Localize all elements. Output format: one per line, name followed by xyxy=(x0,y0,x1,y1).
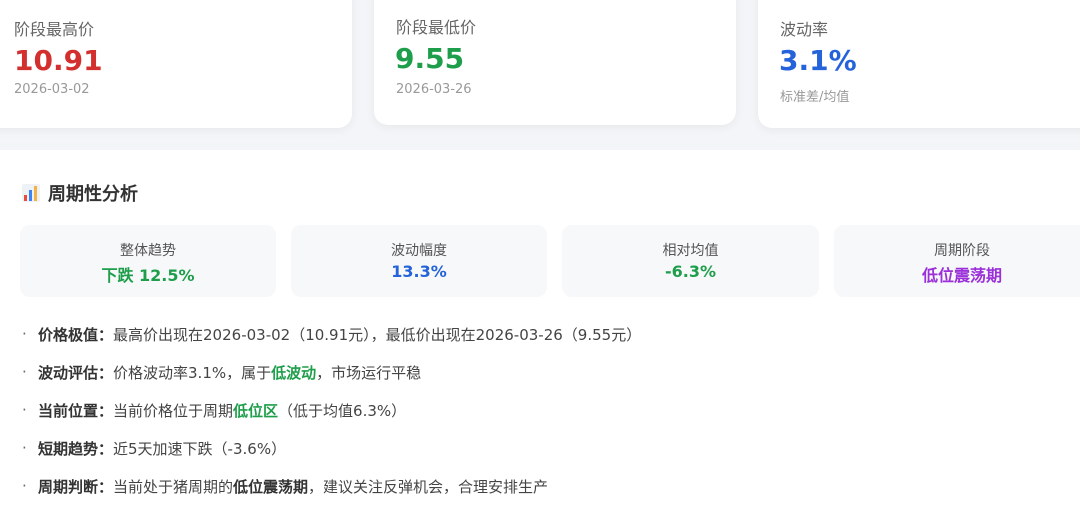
section-title-text: 周期性分析 xyxy=(48,184,138,205)
lowest-price-date: 2026-03-26 xyxy=(396,82,472,97)
bullet-text: ，市场运行平稳 xyxy=(316,363,422,382)
bullet-highlight: 低位震荡期 xyxy=(233,477,309,496)
bullet-dot: · xyxy=(22,401,27,419)
bullet-text: 最高价出现在2026-03-02（10.91元），最低价出现在2026-03-2… xyxy=(113,325,642,344)
bullet-title: 周期判断： xyxy=(38,477,114,496)
cycle-analysis-panel: 周期性分析 整体趋势 下跌 12.5% 波动幅度 13.3% 相对均值 -6.3… xyxy=(0,150,1080,505)
highest-price-date: 2026-03-02 xyxy=(14,82,90,97)
bullet-highlight: 低位区 xyxy=(233,401,279,420)
list-item: · 当前位置： 当前价格位于周期 低位区 （低于均值6.3%） xyxy=(22,391,641,429)
overall-trend-stat: 整体趋势 下跌 12.5% xyxy=(20,225,276,297)
highest-price-card: 阶段最高价 10.91 2026-03-02 xyxy=(0,0,352,128)
amplitude-label: 波动幅度 xyxy=(391,243,447,259)
lowest-price-value: 9.55 xyxy=(395,42,465,75)
highest-price-label: 阶段最高价 xyxy=(14,20,95,39)
amplitude-stat: 波动幅度 13.3% xyxy=(291,225,547,297)
bullet-dot: · xyxy=(22,363,27,381)
cycle-phase-value: 低位震荡期 xyxy=(921,266,1002,285)
bullet-dot: · xyxy=(22,439,27,457)
volatility-label: 波动率 xyxy=(780,20,829,39)
bullet-text: 当前价格位于周期 xyxy=(113,401,234,420)
relative-mean-value: -6.3% xyxy=(664,262,716,281)
amplitude-value: 13.3% xyxy=(391,262,447,281)
bullet-text: （低于均值6.3%） xyxy=(278,401,407,420)
bullet-title: 波动评估： xyxy=(38,363,114,382)
overall-trend-value: 下跌 12.5% xyxy=(101,266,195,285)
list-item: · 短期趋势： 近5天加速下跌（-3.6%） xyxy=(22,429,641,467)
analysis-list: · 价格极值： 最高价出现在2026-03-02（10.91元），最低价出现在2… xyxy=(22,315,641,505)
lowest-price-label: 阶段最低价 xyxy=(396,18,477,37)
bar-chart-icon xyxy=(22,184,40,202)
list-item: · 波动评估： 价格波动率3.1%，属于 低波动 ，市场运行平稳 xyxy=(22,353,641,391)
list-item: · 周期判断： 当前处于猪周期的 低位震荡期 ，建议关注反弹机会，合理安排生产 xyxy=(22,467,641,505)
bullet-title: 短期趋势： xyxy=(38,439,114,458)
relative-mean-label: 相对均值 xyxy=(662,243,719,259)
bullet-text: 近5天加速下跌（-3.6%） xyxy=(113,439,287,458)
volatility-value: 3.1% xyxy=(779,44,857,77)
bullet-title: 当前位置： xyxy=(38,401,114,420)
bullet-dot: · xyxy=(22,325,27,343)
bullet-highlight: 低波动 xyxy=(271,363,317,382)
bullet-text: ，建议关注反弹机会，合理安排生产 xyxy=(308,477,549,496)
relative-mean-stat: 相对均值 -6.3% xyxy=(562,225,819,297)
bullet-title: 价格极值： xyxy=(38,325,114,344)
cycle-phase-stat: 周期阶段 低位震荡期 xyxy=(834,225,1080,297)
volatility-card: 波动率 3.1% 标准差/均值 xyxy=(758,0,1080,128)
bullet-dot: · xyxy=(22,477,27,495)
cycle-phase-label: 周期阶段 xyxy=(934,243,990,259)
overall-trend-label: 整体趋势 xyxy=(120,243,176,259)
list-item: · 价格极值： 最高价出现在2026-03-02（10.91元），最低价出现在2… xyxy=(22,315,641,353)
highest-price-value: 10.91 xyxy=(14,44,103,77)
bullet-text: 当前处于猪周期的 xyxy=(113,477,234,496)
lowest-price-card: 阶段最低价 9.55 2026-03-26 xyxy=(374,0,736,125)
bullet-text: 价格波动率3.1%，属于 xyxy=(113,363,272,382)
volatility-note: 标准差/均值 xyxy=(780,90,850,105)
section-title: 周期性分析 xyxy=(22,180,138,206)
